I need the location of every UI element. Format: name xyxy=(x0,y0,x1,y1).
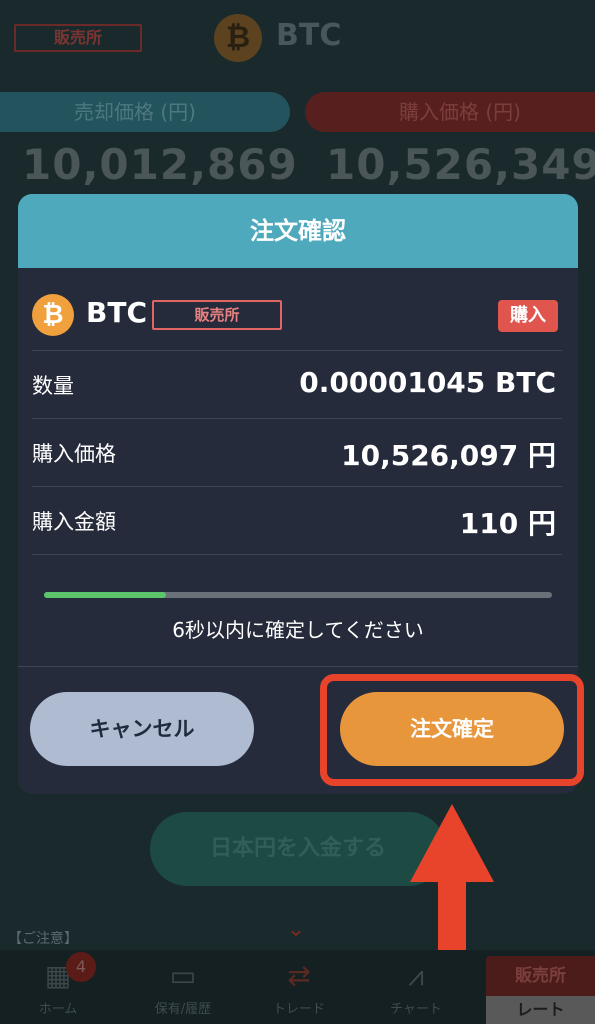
cancel-button[interactable]: キャンセル xyxy=(30,692,254,766)
sell-price-label: 売却価格 (円) xyxy=(0,92,290,132)
exchange-arrows-icon: ⇄ xyxy=(287,959,311,992)
buy-amount-value: 110 円 xyxy=(459,507,556,540)
divider xyxy=(32,350,562,351)
quantity-label: 数量 xyxy=(32,374,74,398)
chart-icon: ⩘ xyxy=(408,959,424,992)
mode-rate-label: レート xyxy=(486,996,595,1024)
annotation-arrow-icon xyxy=(410,804,494,950)
bitcoin-icon: ₿ xyxy=(32,294,74,336)
modal-title: 注文確認 xyxy=(18,194,578,268)
divider xyxy=(32,486,562,487)
annotation-highlight-box xyxy=(320,674,584,786)
nav-trade-label: トレード xyxy=(272,1002,325,1017)
nav-holdings-label: 保有/履歴 xyxy=(154,1002,212,1017)
buy-amount-label: 購入金額 xyxy=(32,510,116,534)
mode-exchange-label: 販売所 xyxy=(515,966,566,986)
bitcoin-icon: ₿ xyxy=(214,14,262,62)
coin-title: BTC xyxy=(276,18,342,53)
countdown-text: 6秒以内に確定してください xyxy=(172,618,424,642)
divider xyxy=(32,554,562,555)
coin-symbol: BTC xyxy=(86,296,147,329)
chevron-down-icon[interactable]: ⌄ xyxy=(284,918,308,942)
nav-trade[interactable]: ⇄ トレード xyxy=(254,950,344,1024)
buy-price-label: 購入価格 (円) xyxy=(305,92,595,132)
deposit-button[interactable]: 日本円を入金する xyxy=(150,812,446,886)
exchange-tag: 販売所 xyxy=(14,24,142,52)
order-side-badge: 購入 xyxy=(498,300,558,332)
mode-switch[interactable]: 販売所 レート xyxy=(486,956,595,1024)
nav-chart-label: チャート xyxy=(390,1002,442,1017)
notification-badge: 4 xyxy=(66,952,96,982)
nav-holdings[interactable]: ▭ 保有/履歴 xyxy=(138,950,228,1024)
sell-price-value: 10,012,869 xyxy=(22,140,298,189)
buy-price-row-label: 購入価格 xyxy=(32,442,116,466)
notice-heading: 【ご注意】 xyxy=(8,931,78,947)
divider xyxy=(18,666,578,667)
exchange-badge: 販売所 xyxy=(152,300,282,330)
countdown-progress-fill xyxy=(44,592,166,598)
buy-price-value: 10,526,349 xyxy=(326,140,595,189)
wallet-icon: ▭ xyxy=(169,959,197,992)
nav-chart[interactable]: ⩘ チャート xyxy=(376,950,456,1024)
quantity-value: 0.00001045 BTC xyxy=(299,366,556,399)
nav-home-label: ホーム xyxy=(38,1002,78,1017)
top-bar: 販売所 ₿ BTC xyxy=(0,0,595,80)
buy-price-row-value: 10,526,097 円 xyxy=(341,439,556,472)
divider xyxy=(32,418,562,419)
countdown-progress-bar xyxy=(44,592,552,598)
